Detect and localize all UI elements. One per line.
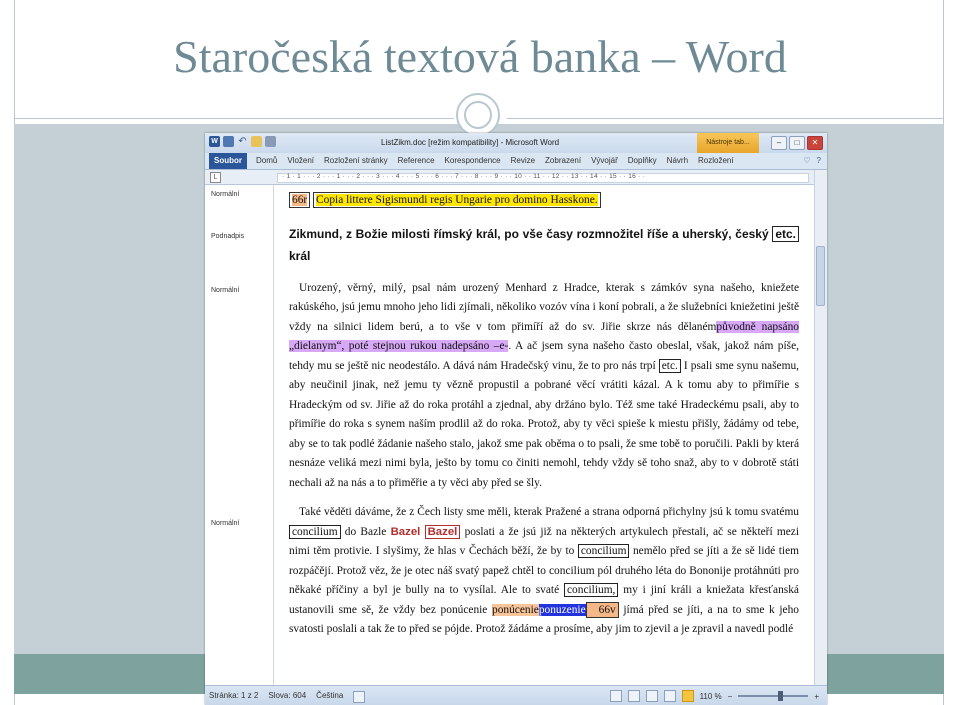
tab-review[interactable]: Revize (506, 153, 540, 169)
paragraph-1: Urozený, věrný, milý, psal nám urozený M… (289, 281, 799, 489)
ponuzenie-highlight: ponuzenie (538, 603, 586, 616)
tab-developer[interactable]: Vývojář (586, 153, 623, 169)
bazel-word: Bazel (390, 525, 421, 538)
ponucenie-highlight: ponúcenie (492, 603, 539, 616)
zoom-level[interactable]: 110 % (700, 692, 722, 701)
print-icon[interactable] (265, 136, 276, 147)
tab-mailings[interactable]: Korespondence (440, 153, 506, 169)
save-icon[interactable] (223, 136, 234, 147)
open-folder-icon[interactable] (251, 136, 262, 147)
document-header-line: 66r Copia littere Sigismundi regis Ungar… (289, 191, 799, 211)
word-window: W ↶ ListZikm.doc [režim kompatibility] -… (205, 133, 827, 705)
full-screen-view-icon[interactable] (627, 690, 640, 702)
concilium-box: concilium (289, 524, 341, 539)
page-count[interactable]: Stránka: 1 z 2 (209, 691, 258, 703)
zoom-slider[interactable] (738, 691, 809, 701)
vertical-scrollbar[interactable] (814, 170, 827, 685)
status-right: 110 % − + (609, 690, 819, 702)
ribbon-icons: ♡ ? (803, 156, 821, 165)
outline-view-icon[interactable] (663, 690, 676, 702)
title-rule-right (507, 118, 944, 119)
concilium-box: concilium (577, 544, 630, 558)
style-label: Normální (211, 287, 240, 294)
tab-home[interactable]: Domů (251, 153, 282, 169)
title-rule-left (14, 118, 454, 119)
style-label: Normální (211, 520, 240, 527)
help-icon[interactable]: ? (817, 156, 821, 165)
status-bar: Stránka: 1 z 2 Slova: 604 Čeština 110 % … (205, 685, 827, 705)
ruler-numbers: · 1 · 1 · · · 2 · · · 1 · · · 2 · · · 3 … (282, 173, 646, 180)
tab-addins[interactable]: Doplňky (623, 153, 662, 169)
tab-view[interactable]: Zobrazení (540, 153, 586, 169)
etc-box: etc. (658, 358, 681, 373)
document-title: ListZikm.doc [režim kompatibility] - Mic… (381, 138, 560, 147)
close-button[interactable]: ✕ (807, 136, 823, 150)
ribbon: Soubor Domů Vložení Rozložení stránky Re… (205, 153, 827, 170)
folio-66v: 66v (585, 601, 619, 618)
zoom-slider-knob[interactable] (778, 691, 784, 701)
folio-header: 66r (289, 192, 311, 208)
folio-66r: 66r (292, 194, 308, 206)
ruler-scale[interactable]: · 1 · 1 · · · 2 · · · 1 · · · 2 · · · 3 … (277, 173, 809, 183)
tab-layout[interactable]: Rozložení (693, 153, 739, 169)
letter-title-box: Copia littere Sigismundi regis Ungarie p… (313, 192, 601, 208)
minimize-button[interactable]: – (771, 136, 787, 150)
ribbon-tabs: Soubor Domů Vložení Rozložení stránky Re… (209, 153, 739, 169)
tab-selector[interactable]: L (210, 172, 221, 183)
language[interactable]: Čeština (316, 691, 343, 703)
tab-page-layout[interactable]: Rozložení stránky (319, 153, 393, 169)
document-page[interactable]: 66r Copia littere Sigismundi regis Ungar… (289, 185, 799, 685)
paragraph-2: Také věděti dáváme, že z Čech listy sme … (289, 506, 799, 635)
status-left: Stránka: 1 z 2 Slova: 604 Čeština (209, 691, 366, 703)
title-ring-ornament (456, 93, 500, 137)
undo-icon[interactable]: ↶ (237, 136, 248, 147)
macro-record-icon[interactable] (353, 691, 366, 703)
tab-design[interactable]: Návrh (662, 153, 693, 169)
minimize-ribbon-icon[interactable]: ♡ (803, 156, 810, 165)
print-layout-view-icon[interactable] (609, 690, 622, 702)
quick-access-toolbar: W ↶ (209, 136, 276, 147)
etc-box: etc. (772, 225, 799, 242)
zoom-out-button[interactable]: − (728, 692, 733, 701)
draft-view-icon[interactable] (681, 690, 694, 702)
bazel-box: Bazel (424, 524, 461, 539)
window-controls: – □ ✕ (771, 136, 823, 150)
table-tools-tab[interactable]: Nástroje tab... (697, 133, 759, 153)
document-heading: Zikmund, z Božie milosti římský král, po… (289, 223, 799, 267)
slide-title: Staročeská textová banka – Word (173, 31, 787, 82)
title-bar: W ↶ ListZikm.doc [režim kompatibility] -… (205, 133, 827, 153)
word-count[interactable]: Slova: 604 (268, 691, 306, 703)
style-label: Podnadpis (211, 233, 245, 240)
style-label: Normální (211, 191, 240, 198)
tab-file[interactable]: Soubor (209, 153, 247, 169)
maximize-button[interactable]: □ (789, 136, 805, 150)
word-app-icon[interactable]: W (209, 136, 220, 147)
zoom-in-button[interactable]: + (814, 692, 819, 701)
letter-title: Copia littere Sigismundi regis Ungarie p… (316, 194, 598, 206)
tab-insert[interactable]: Vložení (282, 153, 319, 169)
horizontal-ruler[interactable]: L · 1 · 1 · · · 2 · · · 1 · · · 2 · · · … (205, 170, 815, 185)
concilium-box: concilium, (564, 583, 619, 597)
tab-references[interactable]: Reference (393, 153, 440, 169)
style-area: Normální Podnadpis Normální Normální (205, 185, 274, 685)
scrollbar-thumb[interactable] (816, 246, 825, 306)
web-layout-view-icon[interactable] (645, 690, 658, 702)
